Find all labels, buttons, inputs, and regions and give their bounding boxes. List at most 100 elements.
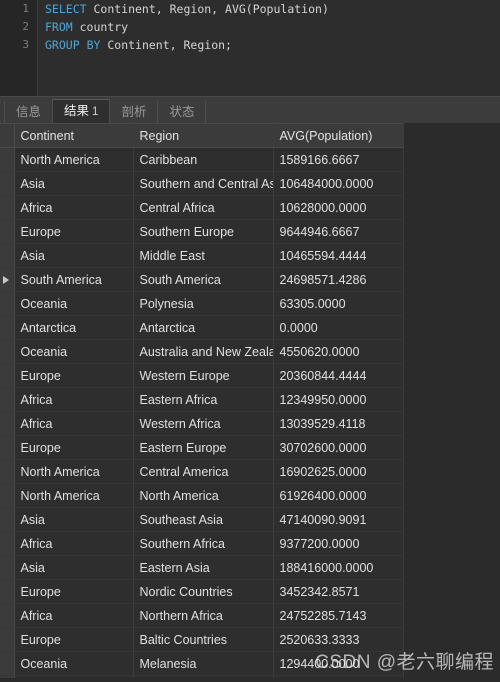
cell-avg-population[interactable]: 4550620.0000 [273,339,404,364]
cell-continent[interactable]: Africa [14,387,134,412]
table-row[interactable]: Asia Southeast Asia 47140090.9091 [0,507,404,532]
cell-region[interactable]: Middle East [133,243,274,268]
row-marker-cell[interactable] [0,411,15,436]
table-row[interactable]: North America Caribbean 1589166.6667 [0,147,404,172]
tab-status[interactable]: 状态 [157,101,207,123]
cell-avg-population[interactable]: 0.0000 [273,315,404,340]
cell-region[interactable]: Melanesia [133,651,274,676]
table-row[interactable]: Asia Eastern Asia 188416000.0000 [0,555,404,580]
cell-avg-population[interactable]: 16902625.0000 [273,459,404,484]
cell-region[interactable]: Southern Europe [133,219,274,244]
cell-region[interactable]: Western Africa [133,411,274,436]
table-row[interactable]: South America South America 24698571.4286 [0,267,404,292]
table-row[interactable]: Europe Southern Europe 9644946.6667 [0,219,404,244]
row-marker-cell[interactable] [0,243,15,268]
cell-region[interactable]: Central Africa [133,195,274,220]
row-marker-cell[interactable] [0,195,15,220]
cell-continent[interactable]: Europe [14,627,134,652]
cell-continent[interactable]: Oceania [14,651,134,676]
table-row[interactable]: Europe Western Europe 20360844.4444 [0,363,404,388]
table-row[interactable]: OceaniaAustralia and New Zealand4550620.… [0,339,404,364]
cell-avg-population[interactable]: 188416000.0000 [273,555,404,580]
cell-region[interactable]: Eastern Africa [133,387,274,412]
tab-profile[interactable]: 剖析 [109,101,159,123]
cell-continent[interactable]: Europe [14,219,134,244]
row-marker-cell[interactable] [0,147,15,172]
cell-region[interactable]: Antarctica [133,315,274,340]
cell-continent[interactable]: Oceania [14,675,134,678]
row-marker-cell[interactable] [0,579,15,604]
tab-result[interactable]: 结果 1 [52,99,111,123]
cell-region[interactable]: Caribbean [133,147,274,172]
row-marker-cell[interactable] [0,555,15,580]
row-marker-cell[interactable] [0,483,15,508]
cell-region[interactable]: Southeast Asia [133,507,274,532]
cell-avg-population[interactable]: 20360844.4444 [273,363,404,388]
cell-continent[interactable]: Africa [14,195,134,220]
table-row[interactable]: Oceania Polynesia 63305.0000 [0,291,404,316]
column-header-continent[interactable]: Continent [14,123,134,148]
cell-avg-population[interactable]: 47140090.9091 [273,507,404,532]
row-marker-cell[interactable] [0,627,15,652]
table-row[interactable]: North America North America 61926400.0000 [0,483,404,508]
table-row[interactable]: Europe Nordic Countries 3452342.8571 [0,579,404,604]
sql-editor[interactable]: 1 2 3 SELECT Continent, Region, AVG(Popu… [0,0,500,96]
row-marker-cell[interactable] [0,387,15,412]
cell-avg-population[interactable]: 63305.0000 [273,291,404,316]
cell-continent[interactable]: Asia [14,243,134,268]
cell-avg-population[interactable]: 3452342.8571 [273,579,404,604]
row-marker-cell[interactable] [0,267,15,292]
cell-region[interactable]: North America [133,483,274,508]
cell-avg-population[interactable]: 24752285.7143 [273,603,404,628]
cell-continent[interactable]: Africa [14,531,134,556]
cell-region[interactable]: Eastern Asia [133,555,274,580]
table-row[interactable]: Africa Central Africa 10628000.0000 [0,195,404,220]
table-row[interactable]: Africa Eastern Africa 12349950.0000 [0,387,404,412]
row-marker-cell[interactable] [0,315,15,340]
cell-continent[interactable]: North America [14,459,134,484]
cell-region[interactable]: Baltic Countries [133,627,274,652]
cell-avg-population[interactable]: 9644946.6667 [273,219,404,244]
table-row[interactable]: Africa Western Africa 13039529.4118 [0,411,404,436]
cell-avg-population[interactable]: 77571.4286 [273,675,404,678]
cell-region[interactable]: Northern Africa [133,603,274,628]
cell-avg-population[interactable]: 1589166.6667 [273,147,404,172]
cell-continent[interactable]: Asia [14,171,134,196]
row-marker-cell[interactable] [0,171,15,196]
cell-region[interactable]: Western Europe [133,363,274,388]
table-row[interactable]: Europe Eastern Europe 30702600.0000 [0,435,404,460]
row-marker-cell[interactable] [0,603,15,628]
cell-region[interactable]: Southern Africa [133,531,274,556]
sql-code-area[interactable]: SELECT Continent, Region, AVG(Population… [45,0,500,54]
row-marker-cell[interactable] [0,339,15,364]
cell-region[interactable]: Southern and Central Asia [133,171,274,196]
row-marker-cell[interactable] [0,435,15,460]
table-row[interactable]: Asia Southern and Central Asia 106484000.0… [0,171,404,196]
cell-continent[interactable]: North America [14,483,134,508]
cell-continent[interactable]: North America [14,147,134,172]
cell-avg-population[interactable]: 106484000.0000 [273,171,404,196]
cell-avg-population[interactable]: 10628000.0000 [273,195,404,220]
cell-region[interactable]: Micronesia [133,675,274,678]
cell-region[interactable]: South America [133,267,274,292]
cell-region[interactable]: Eastern Europe [133,435,274,460]
cell-region[interactable]: Central America [133,459,274,484]
cell-continent[interactable]: Asia [14,507,134,532]
row-marker-cell[interactable] [0,531,15,556]
cell-avg-population[interactable]: 24698571.4286 [273,267,404,292]
cell-region[interactable]: Polynesia [133,291,274,316]
table-row[interactable]: Africa Southern Africa 9377200.0000 [0,531,404,556]
cell-continent[interactable]: Oceania [14,339,134,364]
cell-continent[interactable]: South America [14,267,134,292]
cell-avg-population[interactable]: 12349950.0000 [273,387,404,412]
cell-avg-population[interactable]: 2520633.3333 [273,627,404,652]
table-row[interactable]: North America Central America 16902625.000… [0,459,404,484]
table-row[interactable]: Oceania Melanesia 1294400.0000 [0,651,404,676]
result-grid-container[interactable]: Continent Region AVG(Population) North A… [0,123,500,678]
cell-region[interactable]: Australia and New Zealand [133,339,274,364]
cell-avg-population[interactable]: 10465594.4444 [273,243,404,268]
row-marker-cell[interactable] [0,219,15,244]
column-header-region[interactable]: Region [133,123,274,148]
cell-avg-population[interactable]: 1294400.0000 [273,651,404,676]
row-marker-cell[interactable] [0,459,15,484]
